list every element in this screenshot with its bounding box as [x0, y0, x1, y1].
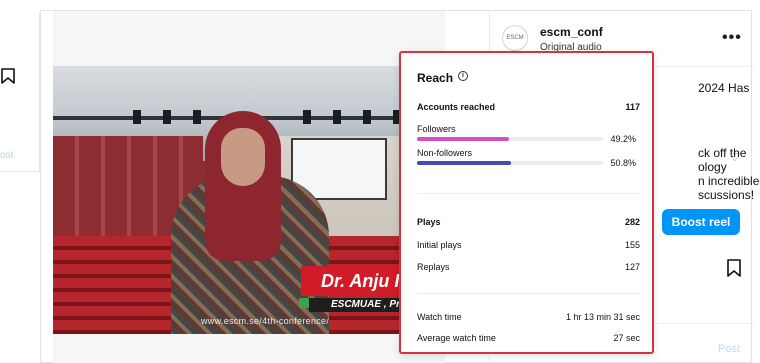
nonfollowers-bar — [417, 161, 603, 165]
username-link[interactable]: escm_conf — [540, 25, 603, 39]
followers-label: Followers — [417, 124, 456, 134]
replays-label: Replays — [417, 262, 450, 272]
watch-time-value: 1 hr 13 min 31 sec — [565, 312, 640, 322]
caption-line-2: ck off the — [698, 146, 747, 160]
initial-plays-value: 155 — [624, 240, 640, 250]
avg-watch-time-label: Average watch time — [417, 333, 496, 343]
save-icon[interactable] — [726, 259, 742, 277]
video-bottom-padding — [53, 334, 445, 363]
post-link-faded[interactable]: ost — [0, 150, 13, 161]
caption-text: ck off the ology n incredible scussions! — [698, 146, 759, 202]
nonfollowers-label: Non-followers — [417, 148, 473, 158]
caption-line-5: scussions! — [698, 188, 755, 202]
followers-percent: 49.2% — [610, 134, 636, 144]
reach-insights-panel: Reach i Accounts reached 117 Followers 4… — [399, 51, 654, 354]
more-options-icon[interactable]: ••• — [722, 29, 742, 47]
caption-line-4: n incredible — [698, 174, 760, 188]
reach-title: Reach — [417, 71, 454, 85]
post-button[interactable]: Post — [718, 343, 740, 355]
reel-video[interactable]: Dr. Anju I ESCMUAE , Presi www.escm.se/4… — [53, 66, 445, 334]
replays-value: 127 — [624, 262, 640, 272]
section-divider — [417, 193, 640, 194]
plays-value: 282 — [624, 217, 640, 227]
initial-plays-label: Initial plays — [417, 240, 462, 250]
video-top-padding — [53, 11, 445, 66]
heart-icon[interactable]: ♡ — [730, 151, 740, 164]
speaker-face — [221, 128, 265, 186]
accounts-reached-value: 117 — [625, 102, 640, 112]
video-url-watermark: www.escm.se/4th-conference/ — [201, 316, 330, 326]
followers-bar-fill — [417, 137, 509, 141]
accounts-reached-label: Accounts reached — [417, 102, 496, 112]
plays-label: Plays — [417, 217, 441, 227]
section-divider — [417, 293, 640, 294]
nonfollowers-bar-fill — [417, 161, 512, 165]
save-icon[interactable] — [0, 68, 16, 84]
avatar[interactable]: ESCM — [502, 25, 528, 51]
background-post-card: ost — [0, 12, 40, 172]
info-icon[interactable]: i — [458, 71, 468, 81]
followers-bar — [417, 137, 603, 141]
caption-line-1: 2024 Has — [698, 81, 750, 95]
speaker-name-text: Dr. Anju I — [321, 271, 400, 291]
nonfollowers-percent: 50.8% — [610, 158, 636, 168]
boost-reel-button[interactable]: Boost reel — [662, 209, 740, 235]
caption-line-3: ology — [698, 160, 727, 174]
avg-watch-time-value: 27 sec — [613, 333, 640, 343]
watch-time-label: Watch time — [417, 312, 462, 322]
